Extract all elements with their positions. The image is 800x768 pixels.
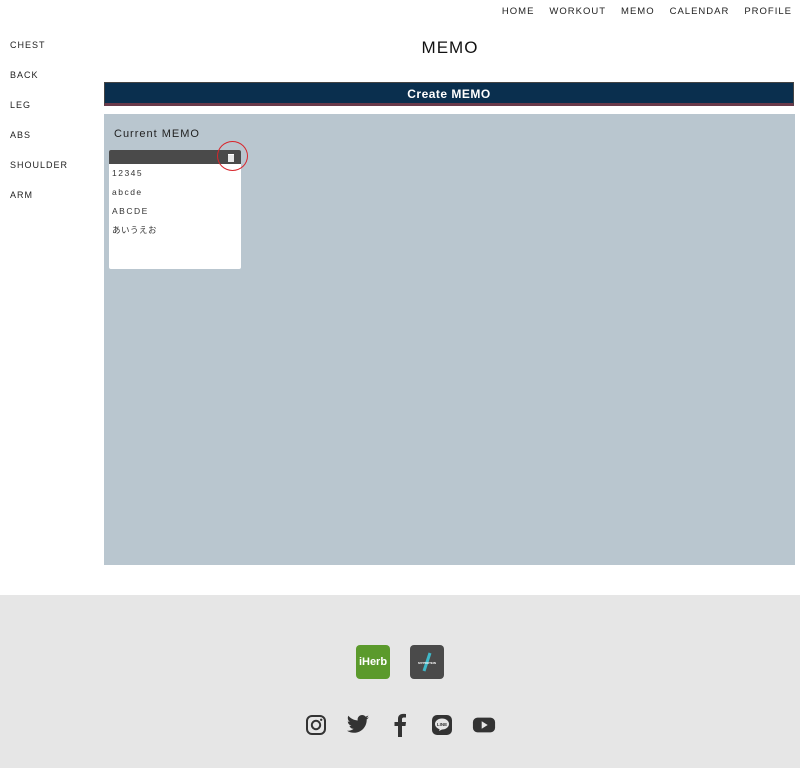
page-title: MEMO [421, 38, 479, 57]
line-link[interactable]: LINE [430, 713, 454, 737]
trash-icon [228, 153, 234, 162]
nav-workout[interactable]: WORKOUT [549, 6, 606, 18]
iherb-link[interactable]: iHerb [356, 645, 390, 679]
facebook-icon [394, 713, 406, 737]
memo-line: 12345 [112, 168, 144, 178]
nav-profile[interactable]: PROFILE [744, 6, 792, 18]
youtube-icon [472, 717, 496, 733]
myprotein-logo-icon: MYPROTEIN [418, 652, 436, 672]
memo-line: あいうえお [112, 225, 158, 235]
facebook-link[interactable] [388, 713, 412, 737]
myprotein-link[interactable]: MYPROTEIN [410, 645, 444, 679]
memo-line: abcde [112, 187, 143, 197]
line-icon: LINE [432, 715, 452, 735]
delete-memo-button[interactable] [226, 152, 236, 162]
instagram-icon [306, 715, 326, 735]
sidebar-item-back[interactable]: BACK [10, 69, 68, 99]
create-memo-button[interactable]: Create MEMO [104, 82, 794, 106]
svg-text:LINE: LINE [437, 722, 447, 727]
nav-calendar[interactable]: CALENDAR [670, 6, 730, 18]
instagram-link[interactable] [304, 713, 328, 737]
sidebar-item-abs[interactable]: ABS [10, 129, 68, 159]
footer: iHerb MYPROTEIN LINE [0, 595, 800, 768]
twitter-link[interactable] [346, 713, 370, 737]
svg-text:MYPROTEIN: MYPROTEIN [418, 661, 436, 665]
sidebar-item-chest[interactable]: CHEST [10, 39, 68, 69]
partner-links: iHerb MYPROTEIN [0, 645, 800, 679]
sidebar-item-arm[interactable]: ARM [10, 189, 68, 219]
youtube-link[interactable] [472, 713, 496, 737]
memo-card-header [109, 150, 241, 164]
sidebar-item-leg[interactable]: LEG [10, 99, 68, 129]
current-memo-panel: Current MEMO 12345 abcde ABCDE あいうえお [104, 114, 795, 565]
memo-card[interactable]: 12345 abcde ABCDE あいうえお [109, 150, 241, 269]
social-links: LINE [0, 713, 800, 737]
nav-home[interactable]: HOME [502, 6, 535, 18]
nav-memo[interactable]: MEMO [621, 6, 655, 18]
twitter-icon [347, 715, 369, 733]
top-navigation: HOME WORKOUT MEMO CALENDAR PROFILE [487, 6, 792, 18]
sidebar: CHEST BACK LEG ABS SHOULDER ARM [10, 39, 68, 219]
memo-line: ABCDE [112, 206, 149, 216]
panel-title: Current MEMO [114, 128, 200, 140]
memo-content: 12345 abcde ABCDE あいうえお [109, 164, 241, 242]
sidebar-item-shoulder[interactable]: SHOULDER [10, 159, 68, 189]
